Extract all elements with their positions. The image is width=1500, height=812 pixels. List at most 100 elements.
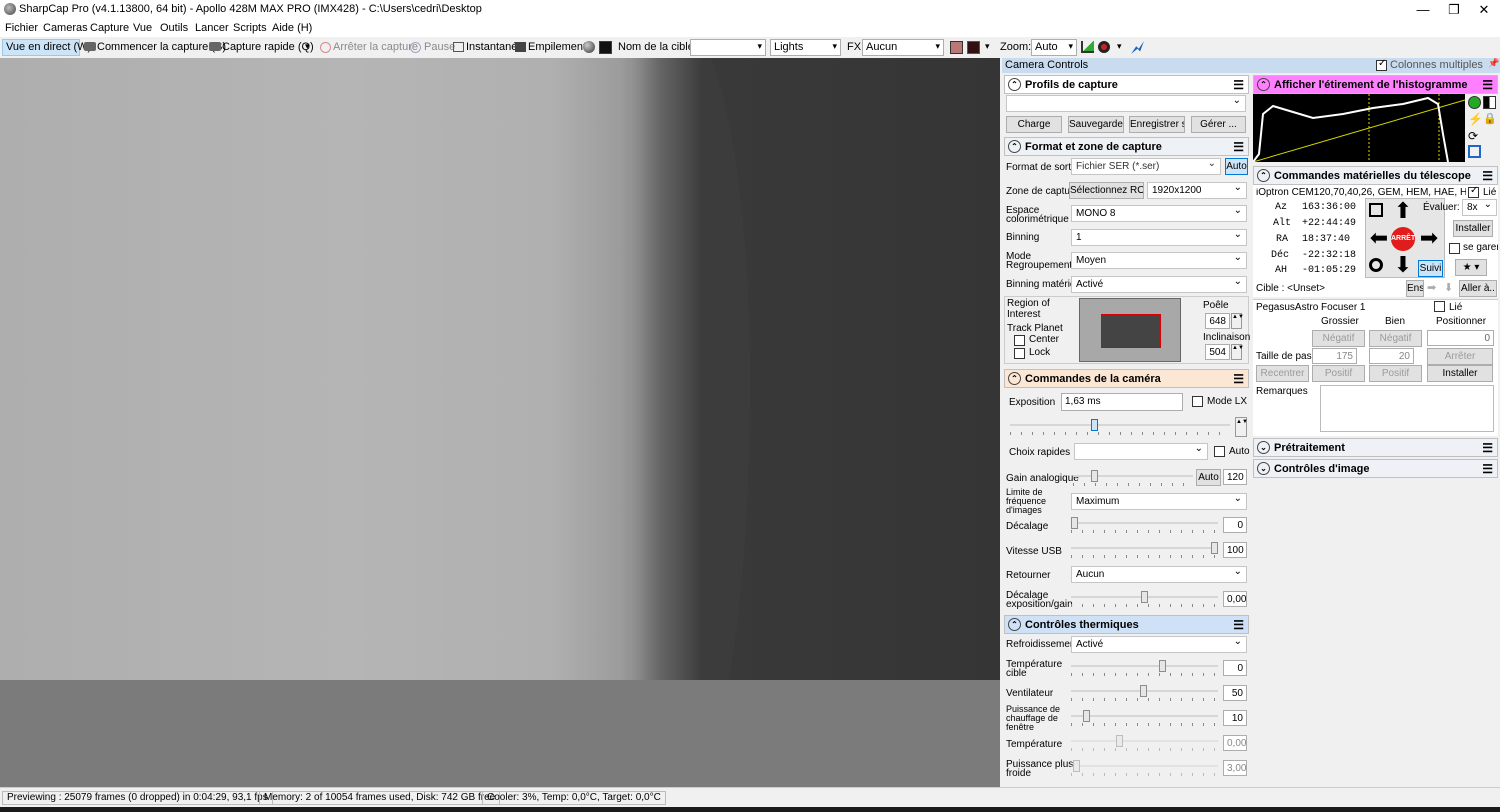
thermal-section-header[interactable]: ⌃ Contrôles thermiques ☰ bbox=[1004, 615, 1249, 634]
refresh-icon[interactable]: ⟳ bbox=[1468, 129, 1478, 143]
focuser-stop-button[interactable]: Arrêter bbox=[1427, 348, 1493, 365]
power-icon[interactable] bbox=[1468, 96, 1481, 109]
preprocess-section-header[interactable]: ⌄ Prétraitement ☰ bbox=[1253, 438, 1498, 457]
live-image-viewer[interactable] bbox=[0, 58, 1000, 680]
target-name-select[interactable] bbox=[690, 39, 766, 56]
mount-linked-checkbox[interactable] bbox=[1468, 185, 1479, 198]
save-icon[interactable] bbox=[1468, 145, 1481, 158]
multi-columns-checkbox[interactable] bbox=[1376, 58, 1387, 71]
quick-choice-select[interactable] bbox=[1074, 443, 1208, 460]
auto-format-button[interactable]: Auto bbox=[1225, 158, 1248, 175]
pause-button[interactable]: Pause bbox=[424, 41, 455, 53]
highlight-icon[interactable] bbox=[950, 41, 963, 54]
capture-profiles-header[interactable]: ⌃ Profils de capture ☰ bbox=[1004, 75, 1249, 94]
usb-speed-slider[interactable] bbox=[1071, 542, 1218, 558]
tracking-button[interactable]: Suivi bbox=[1418, 260, 1443, 277]
spiral-icon[interactable] bbox=[1369, 203, 1383, 217]
coarse-step-input[interactable]: 175 bbox=[1312, 348, 1357, 364]
collapse-icon[interactable]: ⌃ bbox=[1008, 618, 1021, 631]
section-menu-icon[interactable]: ☰ bbox=[1482, 462, 1493, 476]
roi-preview[interactable] bbox=[1079, 298, 1181, 362]
collapse-icon[interactable]: ⌃ bbox=[1257, 78, 1270, 91]
telescope-section-header[interactable]: ⌃ Commandes matérielles du télescope ☰ bbox=[1253, 166, 1498, 185]
roi-rectangle[interactable] bbox=[1101, 314, 1161, 348]
fine-step-input[interactable]: 20 bbox=[1369, 348, 1414, 364]
cooling-select[interactable]: Activé bbox=[1071, 636, 1247, 653]
binning-mode-select[interactable]: Moyen bbox=[1071, 252, 1247, 269]
histogram-graph[interactable] bbox=[1253, 94, 1465, 162]
park-checkbox[interactable] bbox=[1449, 243, 1460, 254]
expand-icon[interactable]: ⌄ bbox=[1257, 441, 1270, 454]
favorites-star-icon[interactable]: ★ ▾ bbox=[1455, 259, 1487, 276]
save-profile-button[interactable]: Sauvegarder bbox=[1068, 116, 1124, 133]
quick-capture-dropdown-icon[interactable]: ▾ bbox=[305, 41, 310, 52]
capture-profile-select[interactable] bbox=[1006, 95, 1246, 112]
flip-select[interactable]: Aucun bbox=[1071, 566, 1247, 583]
crosshair-icon[interactable] bbox=[967, 41, 980, 54]
mount-install-button[interactable]: Installer bbox=[1453, 220, 1493, 237]
magnifier-icon[interactable] bbox=[1098, 41, 1110, 53]
exposure-spinner[interactable]: ▲▼ bbox=[1235, 417, 1248, 437]
overlay-dropdown-icon[interactable]: ▾ bbox=[985, 41, 990, 52]
fan-input[interactable]: 50 bbox=[1223, 685, 1247, 701]
lock-icon[interactable]: 🔒 bbox=[1483, 112, 1497, 125]
center-checkbox[interactable] bbox=[1014, 335, 1025, 346]
mode-lx-checkbox[interactable] bbox=[1192, 396, 1203, 407]
collapse-icon[interactable]: ⌃ bbox=[1008, 372, 1021, 385]
histogram-section-header[interactable]: ⌃ Afficher l'étirement de l'histogramme … bbox=[1253, 75, 1498, 94]
crosshair-target-icon[interactable] bbox=[1369, 258, 1383, 272]
lightning-icon[interactable]: ⚡ bbox=[1468, 112, 1483, 126]
select-roi-button[interactable]: Sélectionnez ROI bbox=[1069, 182, 1144, 199]
slew-down-icon[interactable]: ⬇ bbox=[1391, 254, 1415, 276]
menu-capture[interactable]: Capture bbox=[90, 22, 129, 34]
stop-slew-button[interactable]: ARRÊT bbox=[1391, 227, 1415, 251]
exposure-input[interactable]: 1,63 ms bbox=[1061, 393, 1183, 411]
exp-gain-offset-slider[interactable] bbox=[1071, 591, 1218, 607]
exp-gain-offset-input[interactable]: 0,00 bbox=[1223, 591, 1247, 607]
section-menu-icon[interactable]: ☰ bbox=[1233, 618, 1244, 632]
gain-slider[interactable] bbox=[1073, 470, 1193, 486]
output-format-select[interactable]: Fichier SER (*.ser) bbox=[1071, 158, 1221, 175]
section-menu-icon[interactable]: ☰ bbox=[1482, 78, 1493, 92]
target-temp-input[interactable]: 0 bbox=[1223, 660, 1247, 676]
recenter-button[interactable]: Recentrer bbox=[1256, 365, 1309, 382]
sphere-icon[interactable] bbox=[583, 41, 595, 53]
collapse-icon[interactable]: ⌃ bbox=[1008, 140, 1021, 153]
zoom-select[interactable]: Auto bbox=[1031, 39, 1077, 56]
fine-negative-button[interactable]: Négatif bbox=[1369, 330, 1422, 347]
notes-textarea[interactable] bbox=[1320, 385, 1494, 432]
save-as-profile-button[interactable]: Enregistrer s bbox=[1129, 116, 1185, 133]
lock-checkbox[interactable] bbox=[1014, 348, 1025, 359]
tilt-input[interactable]: 504 bbox=[1205, 344, 1230, 360]
goto-button[interactable]: Aller à.. bbox=[1459, 280, 1497, 297]
red-box-icon[interactable] bbox=[599, 41, 612, 54]
pin-icon[interactable]: 📌 bbox=[1488, 58, 1499, 69]
load-profile-button[interactable]: Charge bbox=[1006, 116, 1062, 133]
focuser-position-input[interactable]: 0 bbox=[1427, 330, 1494, 346]
heater-input[interactable]: 10 bbox=[1223, 710, 1247, 726]
coarse-negative-button[interactable]: Négatif bbox=[1312, 330, 1365, 347]
arrow-down-icon[interactable]: ⬇ bbox=[1444, 281, 1453, 294]
menu-aide[interactable]: Aide (H) bbox=[272, 22, 312, 34]
focuser-install-button[interactable]: Installer bbox=[1427, 365, 1493, 382]
camera-section-header[interactable]: ⌃ Commandes de la caméra ☰ bbox=[1004, 369, 1249, 388]
slew-left-icon[interactable]: ⬅ bbox=[1367, 227, 1391, 249]
menu-fichier[interactable]: Fichier bbox=[5, 22, 38, 34]
menu-outils[interactable]: Outils bbox=[160, 22, 188, 34]
fine-positive-button[interactable]: Positif bbox=[1369, 365, 1422, 382]
image-controls-section-header[interactable]: ⌄ Contrôles d'image ☰ bbox=[1253, 459, 1498, 478]
stack-button[interactable]: Empilement bbox=[528, 41, 586, 53]
start-capture-button[interactable]: Commencer la capture (S) bbox=[97, 41, 226, 53]
collapse-icon[interactable]: ⌃ bbox=[1008, 78, 1021, 91]
offset-input[interactable]: 0 bbox=[1223, 517, 1247, 533]
pan-input[interactable]: 648 bbox=[1205, 313, 1230, 329]
tools-dropdown-icon[interactable]: ▾ bbox=[1117, 41, 1122, 52]
target-temp-slider[interactable] bbox=[1071, 660, 1218, 676]
resolution-select[interactable]: 1920x1200 bbox=[1147, 182, 1247, 199]
heater-slider[interactable] bbox=[1071, 710, 1218, 726]
menu-cameras[interactable]: Cameras bbox=[43, 22, 88, 34]
gain-auto-button[interactable]: Auto bbox=[1196, 469, 1221, 486]
auto-exposure-checkbox[interactable] bbox=[1214, 446, 1225, 457]
histogram-icon[interactable] bbox=[1081, 41, 1094, 53]
section-menu-icon[interactable]: ☰ bbox=[1233, 372, 1244, 386]
